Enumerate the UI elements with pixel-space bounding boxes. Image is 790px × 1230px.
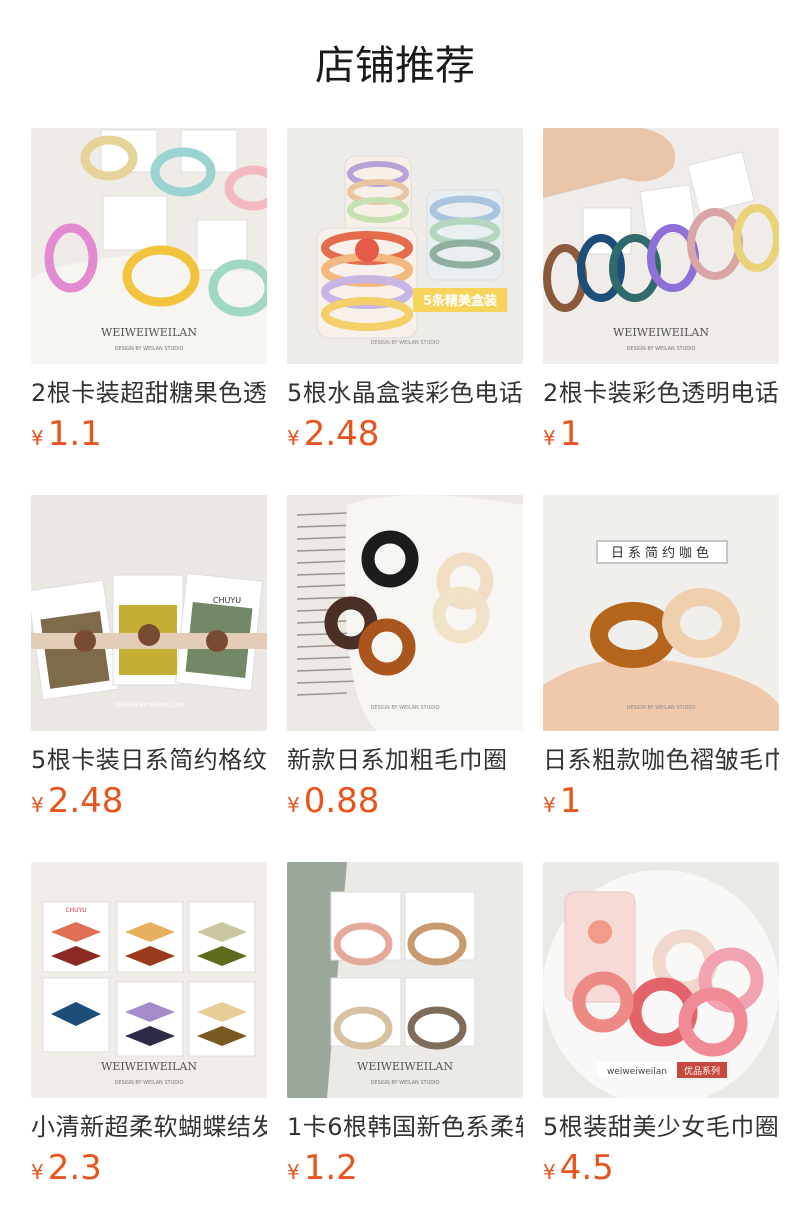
price-value: 1 [559,414,582,454]
price-value: 1.2 [303,1148,358,1188]
product-image[interactable]: DESIGN BY WEILAN STUDIO [287,495,523,731]
product-card[interactable]: CHUYU WEIWEIWEILAN DESIGN BY WEILAN STUD… [31,862,267,1188]
product-price: ¥4.5 [543,1148,779,1188]
image-watermark-sub: DESIGN BY WEILAN STUDIO [370,340,439,346]
product-image[interactable]: WEIWEIWEILAN DESIGN BY WEILAN STUDIO [31,128,267,364]
image-watermark-sub: DESIGN BY WEILAN STUDIO [626,705,695,711]
price-value: 1.1 [47,414,102,454]
price-value: 1 [559,781,582,821]
currency-symbol: ¥ [287,1160,300,1184]
product-image[interactable]: weiweiweilan 优品系列 [543,862,779,1098]
product-price: ¥1.1 [31,414,267,454]
image-watermark: WEIWEIWEILAN [613,326,709,339]
product-name[interactable]: 5根水晶盒装彩色电话线发圈 [287,378,523,408]
image-watermark: WEIWEIWEILAN [101,1060,197,1073]
product-image[interactable]: CHUYU WEIWEIWEILAN DESIGN BY WEILAN STUD… [31,862,267,1098]
product-image[interactable]: WEIWEIWEILAN DESIGN BY WEILAN STUDIO [287,862,523,1098]
product-card[interactable]: 5条精美盒装 DESIGN BY WEILAN STUDIO 5根水晶盒装彩色电… [287,128,523,454]
product-image[interactable]: 5条精美盒装 DESIGN BY WEILAN STUDIO [287,128,523,364]
currency-symbol: ¥ [287,793,300,817]
product-image[interactable]: 日系简约咖色 DESIGN BY WEILAN STUDIO [543,495,779,731]
product-card[interactable]: WEIWEIWEILAN DESIGN BY WEILAN STUDIO 1卡6… [287,862,523,1188]
product-image[interactable]: CHUYU DESIGN BY WEIWEILAN [31,495,267,731]
image-watermark: WEIWEIWEILAN [357,1060,453,1073]
product-name[interactable]: 小清新超柔软蝴蝶结发圈 [31,1112,267,1142]
currency-symbol: ¥ [543,793,556,817]
product-price: ¥1 [543,414,779,454]
image-tag: 日系简约咖色 [611,545,713,561]
image-watermark-sub: DESIGN BY WEILAN STUDIO [114,1080,183,1086]
price-value: 2.48 [303,414,380,454]
product-price: ¥2.3 [31,1148,267,1188]
currency-symbol: ¥ [287,426,300,450]
product-name[interactable]: 1卡6根韩国新色系柔软发圈 [287,1112,523,1142]
product-name[interactable]: 2根卡装超甜糖果色透明电话线发圈 [31,378,267,408]
product-image[interactable]: WEIWEIWEILAN DESIGN BY WEILAN STUDIO [543,128,779,364]
product-price: ¥2.48 [287,414,523,454]
product-price: ¥0.88 [287,781,523,821]
product-name[interactable]: 新款日系加粗毛巾圈 [287,745,523,775]
product-name[interactable]: 5根装甜美少女毛巾圈 [543,1112,779,1142]
product-name[interactable]: 日系粗款咖色褶皱毛巾圈 [543,745,779,775]
product-name[interactable]: 2根卡装彩色透明电话线发圈 [543,378,779,408]
product-price: ¥2.48 [31,781,267,821]
product-card[interactable]: weiweiweilan 优品系列 5根装甜美少女毛巾圈 ¥4.5 [543,862,779,1188]
image-watermark-sub: DESIGN BY WEILAN STUDIO [114,346,183,352]
image-watermark: WEIWEIWEILAN [101,326,197,339]
product-card[interactable]: CHUYU DESIGN BY WEIWEILAN 5根卡装日系简约格纹发圈 ¥… [31,495,267,821]
image-watermark-sub: DESIGN BY WEILAN STUDIO [370,1080,439,1086]
image-tag: 优品系列 [684,1065,720,1077]
image-tag: 5条精美盒装 [423,293,497,309]
image-watermark-sub: DESIGN BY WEILAN STUDIO [626,346,695,352]
image-tag: CHUYU [65,907,86,914]
currency-symbol: ¥ [31,426,44,450]
price-value: 2.3 [47,1148,102,1188]
page-title: 店铺推荐 [315,43,475,89]
currency-symbol: ¥ [543,1160,556,1184]
image-tag: CHUYU [213,596,241,605]
product-card[interactable]: WEIWEIWEILAN DESIGN BY WEILAN STUDIO 2根卡… [31,128,267,454]
product-name[interactable]: 5根卡装日系简约格纹发圈 [31,745,267,775]
product-card[interactable]: 日系简约咖色 DESIGN BY WEILAN STUDIO 日系粗款咖色褶皱毛… [543,495,779,821]
currency-symbol: ¥ [31,793,44,817]
image-watermark-sub: DESIGN BY WEILAN STUDIO [370,705,439,711]
price-value: 4.5 [559,1148,614,1188]
price-value: 0.88 [303,781,380,821]
product-price: ¥1 [543,781,779,821]
product-card[interactable]: DESIGN BY WEILAN STUDIO 新款日系加粗毛巾圈 ¥0.88 [287,495,523,821]
image-watermark: weiweiweilan [607,1067,667,1077]
image-watermark-sub: DESIGN BY WEIWEILAN [114,702,183,709]
currency-symbol: ¥ [31,1160,44,1184]
price-value: 2.48 [47,781,124,821]
product-card[interactable]: WEIWEIWEILAN DESIGN BY WEILAN STUDIO 2根卡… [543,128,779,454]
product-price: ¥1.2 [287,1148,523,1188]
currency-symbol: ¥ [543,426,556,450]
